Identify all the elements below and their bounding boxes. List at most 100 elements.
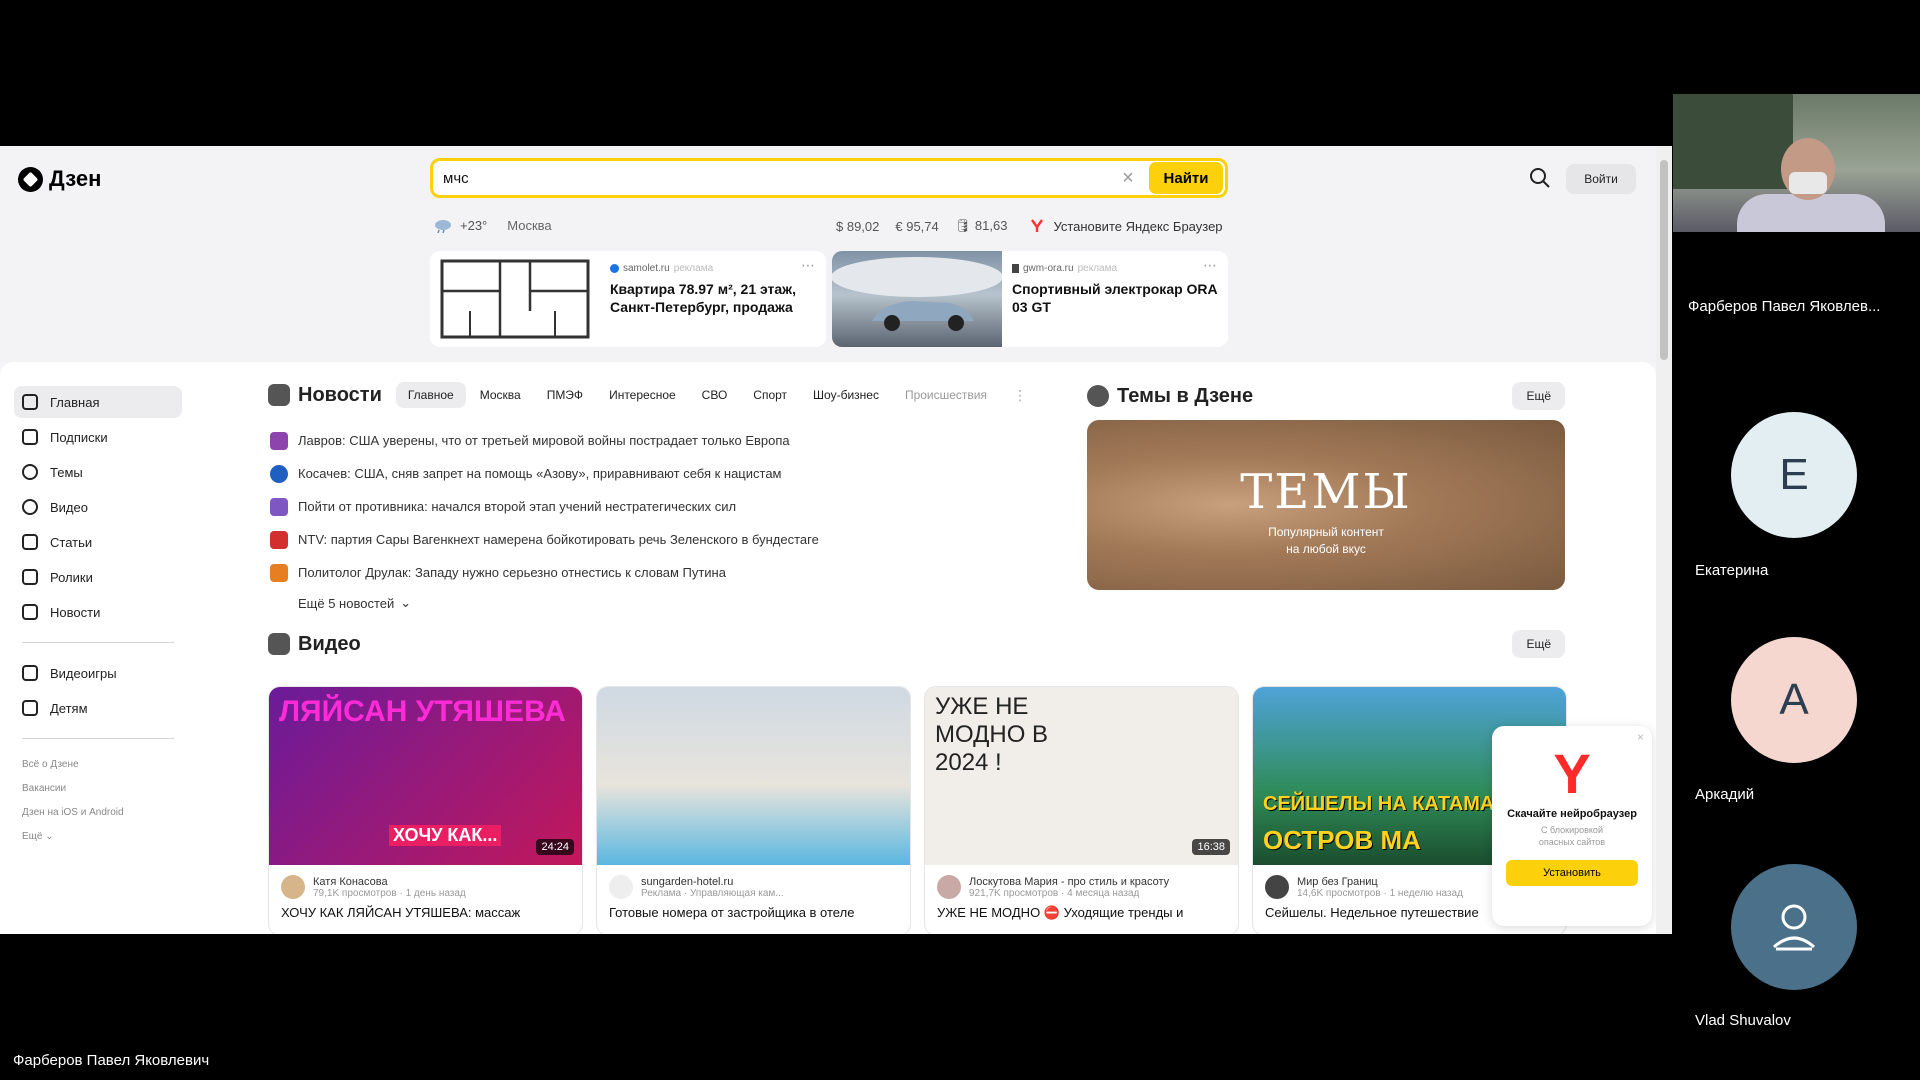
divider: [22, 642, 174, 643]
video-thumbnail: УЖЕ НЕ МОДНО В 2024 ! 16:38: [925, 687, 1238, 865]
more-news-button[interactable]: Ещё 5 новостей ⌄: [298, 595, 1070, 611]
logo[interactable]: Дзен: [18, 166, 101, 192]
active-speaker-label: Фарберов Павел Яковлевич: [13, 1052, 210, 1069]
oil-rate[interactable]: 🛢 81,63: [955, 218, 1008, 234]
channel-name[interactable]: Мир без Границ: [1297, 876, 1463, 888]
participant-avatar[interactable]: Е: [1731, 412, 1857, 538]
video-header: Видео Ещё: [268, 630, 1565, 658]
dots-icon[interactable]: ⋯: [801, 257, 816, 274]
browser-promo-text: Установите Яндекс Браузер: [1053, 218, 1223, 234]
video-title-text: Видео: [298, 632, 361, 655]
speaker-name: Фарберов Павел Яковлев...: [1688, 298, 1881, 315]
clear-icon[interactable]: ×: [1115, 167, 1141, 190]
sidebar-item-topics[interactable]: Темы: [14, 456, 182, 488]
popup-text: С блокировкой опасных сайтов: [1492, 824, 1652, 848]
news-item[interactable]: Политолог Друлак: Западу нужно серьезно …: [270, 556, 1070, 589]
participant-avatar[interactable]: А: [1731, 637, 1857, 763]
oil-value: 81,63: [974, 218, 1008, 233]
tab-spief[interactable]: ПМЭФ: [535, 382, 595, 408]
footer-link-about[interactable]: Всё о Дзене: [14, 753, 182, 777]
channel-name[interactable]: sungarden-hotel.ru: [641, 876, 784, 888]
themes-more-button[interactable]: Ещё: [1512, 382, 1565, 410]
video-title[interactable]: Видео: [268, 633, 361, 656]
sidebar-item-label: Видеоигры: [50, 665, 117, 681]
channel-name[interactable]: Катя Конасова: [313, 876, 466, 888]
shorts-icon: [22, 569, 38, 585]
themes-banner[interactable]: ТЕМЫ Популярный контент на любой вкус: [1087, 420, 1565, 590]
news-icon: [22, 604, 38, 620]
participant-avatar[interactable]: [1731, 864, 1857, 990]
dots-icon[interactable]: ⋯: [1203, 257, 1218, 274]
install-button[interactable]: Установить: [1506, 860, 1638, 886]
channel-name[interactable]: Лоскутова Мария - про стиль и красоту: [969, 876, 1169, 888]
avatar[interactable]: [1265, 875, 1289, 899]
close-icon[interactable]: ×: [1637, 730, 1644, 744]
video-views: 79,1K просмотров · 1 день назад: [313, 887, 466, 899]
search-icon[interactable]: [1528, 166, 1552, 190]
popup-text-line1: С блокировкой: [1541, 825, 1603, 835]
footer-link-jobs[interactable]: Вакансии: [14, 777, 182, 801]
book-icon: [22, 534, 38, 550]
divider: [22, 738, 174, 739]
eur-rate[interactable]: € 95,74: [895, 219, 938, 234]
search-button[interactable]: Найти: [1149, 162, 1223, 194]
tab-showbiz[interactable]: Шоу-бизнес: [801, 382, 891, 408]
usd-rate[interactable]: $ 89,02: [836, 219, 879, 234]
tab-main[interactable]: Главное: [395, 382, 466, 408]
login-button[interactable]: Войти: [1566, 164, 1636, 194]
source-icon: [270, 530, 288, 549]
themes-title-text: Темы в Дзене: [1117, 384, 1254, 407]
footer-link-more[interactable]: Ещё ⌄: [14, 825, 182, 849]
tab-sport[interactable]: Спорт: [741, 382, 799, 408]
tab-incidents[interactable]: Происшествия: [893, 382, 999, 408]
sidebar-item-label: Новости: [50, 604, 101, 620]
browser-promo-link[interactable]: Установите Яндекс Браузер: [1029, 218, 1223, 234]
weather-widget[interactable]: +23° Москва: [434, 218, 552, 233]
tab-interesting[interactable]: Интересное: [597, 382, 688, 408]
avatar[interactable]: [937, 875, 961, 899]
avatar[interactable]: [281, 875, 305, 899]
ad-card-car[interactable]: gwm-ora.ru реклама Спортивный электрокар…: [832, 251, 1228, 347]
sidebar-item-home[interactable]: Главная: [14, 386, 182, 418]
news-item[interactable]: NTV: партия Сары Вагенкнехт намерена бой…: [270, 523, 1070, 556]
search-input[interactable]: [433, 169, 1115, 187]
kids-icon: [22, 700, 38, 716]
speaker-mask: [1789, 172, 1827, 194]
news-item[interactable]: Пойти от противника: начался второй этап…: [270, 490, 1070, 523]
themes-header: Темы в Дзене Ещё: [1087, 380, 1565, 412]
themes-title[interactable]: Темы в Дзене: [1087, 385, 1253, 408]
video-duration: 16:38: [1192, 839, 1230, 855]
sidebar-item-kids[interactable]: Детям: [14, 692, 182, 724]
source-icon: [610, 264, 619, 273]
footer-link-apps[interactable]: Дзен на iOS и Android: [14, 801, 182, 825]
sidebar-item-videogames[interactable]: Видеоигры: [14, 657, 182, 689]
video-card[interactable]: sungarden-hotel.ru Реклама · Управляющая…: [596, 686, 911, 934]
ad-card-apartment[interactable]: samolet.ru реклама Квартира 78.97 м², 21…: [430, 251, 826, 347]
sidebar-item-label: Подписки: [50, 429, 108, 445]
tab-moscow[interactable]: Москва: [468, 382, 533, 408]
scrollbar-thumb[interactable]: [1660, 160, 1668, 360]
news-header: Новости Главное Москва ПМЭФ Интересное С…: [268, 382, 1027, 408]
sidebar-item-subscriptions[interactable]: Подписки: [14, 421, 182, 453]
tabs-more-icon[interactable]: ⋮: [1013, 387, 1027, 404]
sidebar-item-articles[interactable]: Статьи: [14, 526, 182, 558]
sidebar-item-video[interactable]: Видео: [14, 491, 182, 523]
speaker-video[interactable]: [1673, 94, 1920, 232]
sidebar-item-shorts[interactable]: Ролики: [14, 561, 182, 593]
ad-tag: реклама: [673, 263, 714, 274]
news-item[interactable]: Лавров: США уверены, что от третьей миро…: [270, 424, 1070, 457]
thumbnail-text: ЛЯЙСАН УТЯШЕВА: [279, 695, 566, 728]
avatar[interactable]: [609, 875, 633, 899]
news-title[interactable]: Новости: [268, 384, 382, 407]
video-more-button[interactable]: Ещё: [1512, 630, 1565, 658]
source-icon: [270, 464, 288, 483]
news-icon: [268, 384, 290, 406]
home-icon: [22, 394, 38, 410]
news-item[interactable]: Косачев: США, сняв запрет на помощь «Азо…: [270, 457, 1070, 490]
source-icon: [270, 497, 288, 516]
video-card[interactable]: УЖЕ НЕ МОДНО В 2024 ! 16:38 Лоскутова Ма…: [924, 686, 1239, 934]
sidebar-item-news[interactable]: Новости: [14, 596, 182, 628]
tab-svo[interactable]: СВО: [690, 382, 740, 408]
scrollbar[interactable]: [1656, 146, 1672, 934]
video-card[interactable]: ЛЯЙСАН УТЯШЕВА ХОЧУ КАК... 24:24 Катя Ко…: [268, 686, 583, 934]
